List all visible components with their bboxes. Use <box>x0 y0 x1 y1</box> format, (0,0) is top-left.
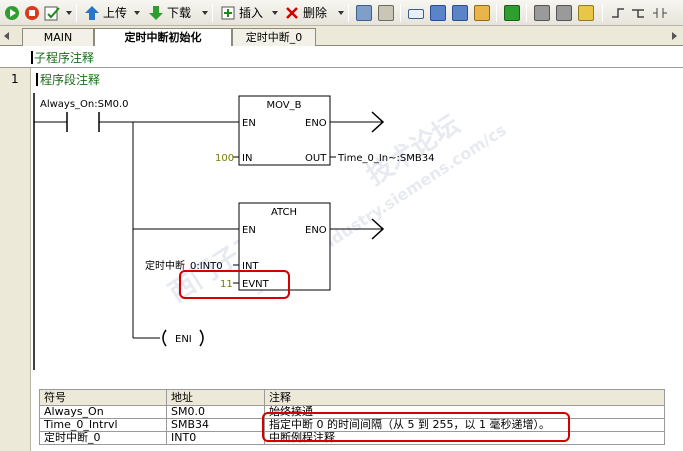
contact-label: Always_On:SM0.0 <box>40 99 129 110</box>
atch-title: ATCH <box>271 207 297 218</box>
atch-eno: ENO <box>305 225 327 236</box>
mov-b-en: EN <box>242 118 256 129</box>
symbol-cell: Time_0_Intrvl <box>39 418 167 432</box>
mov-b-out-value[interactable]: Time_0_In~:SMB34 <box>337 153 434 164</box>
address-cell: INT0 <box>166 431 265 445</box>
evnt-highlight-box <box>179 270 290 299</box>
symbol-column-header[interactable]: 符号 <box>39 389 167 406</box>
ladder-diagram: Always_On:SM0.0 MOV_B EN ENO IN OUT 100 … <box>33 93 434 370</box>
program-editor-window: 上传 下载 插入 删除 MAIN 定时中断初始化 定时中断_0 子程序注释 1 … <box>0 0 683 451</box>
mov-b-out: OUT <box>305 153 327 164</box>
mov-b-eno: ENO <box>305 118 327 129</box>
mov-b-title: MOV_B <box>266 100 301 111</box>
atch-en: EN <box>242 225 256 236</box>
address-cell: SMB34 <box>166 418 265 432</box>
mov-b-in: IN <box>242 153 252 164</box>
always-on-contact[interactable] <box>34 112 239 132</box>
eni-coil[interactable]: ENI <box>162 329 204 347</box>
symbol-cell: Always_On <box>39 405 167 419</box>
mov-b-in-value[interactable]: 100 <box>215 153 234 164</box>
address-column-header[interactable]: 地址 <box>166 389 265 406</box>
eni-label: ENI <box>175 334 192 345</box>
address-cell: SM0.0 <box>166 405 265 419</box>
comment-highlight-box <box>262 412 570 442</box>
symbol-cell: 定时中断_0 <box>39 431 167 445</box>
comment-column-header[interactable]: 注释 <box>264 389 665 406</box>
mov-b-block[interactable]: MOV_B EN ENO IN OUT <box>238 95 331 166</box>
